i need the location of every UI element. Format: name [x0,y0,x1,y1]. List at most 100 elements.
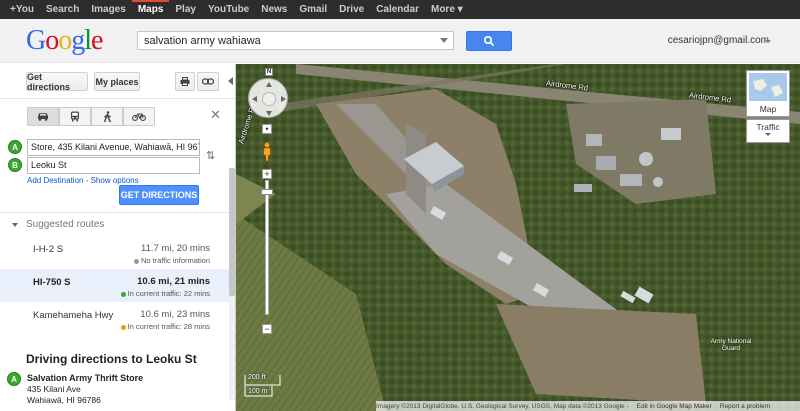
route-name: I-H-2 S [33,244,64,255]
google-logo[interactable]: Google [26,25,103,56]
pan-left-icon[interactable] [252,96,257,102]
walk-icon [103,110,111,122]
origin-field[interactable]: Store, 435 Kilani Avenue, Wahiawā, HI 96… [27,139,200,156]
my-places-tab[interactable]: My places [94,72,140,91]
account-dropdown-icon[interactable] [765,40,771,43]
edit-map-maker-link[interactable]: Edit in Google Map Maker [629,403,712,410]
traffic-label: Traffic [756,122,780,132]
pan-control[interactable] [248,78,288,118]
add-destination-link[interactable]: Add Destination [27,176,83,185]
mode-bicycling[interactable] [123,107,155,126]
get-directions-tab[interactable]: Get directions [26,72,88,92]
zoom-in-button[interactable]: + [262,169,272,179]
topnav-item[interactable]: Play [169,0,202,19]
route-name: Kamehameha Hwy [33,310,114,321]
directions-panel: ✕ A Store, 435 Kilani Avenue, Wahiawā, H… [0,99,235,212]
suggested-routes-header[interactable]: Suggested routes [0,212,235,236]
mode-driving[interactable] [27,107,59,126]
car-icon [38,113,48,121]
topnav-item[interactable]: More ▾ [425,0,469,19]
route-distance: 10.6 mi, 23 mins [140,309,210,320]
sidebar-toolbar: Get directions My places [0,64,235,99]
map-footer: Imagery ©2013 DigitalGlobe, U.S. Geologi… [376,401,800,411]
zoom-out-button[interactable]: − [262,324,272,334]
route-traffic: No traffic information [133,256,210,265]
route-option[interactable]: Kamehameha Hwy 10.6 mi, 23 mins In current… [0,302,235,335]
account-email[interactable]: cesariojpn@gmail.com [668,35,769,46]
start-line-1: 435 Kilani Ave [27,384,81,394]
compass-ring-icon[interactable]: • [262,124,272,134]
route-distance: 10.6 mi, 21 mins [137,276,210,287]
topnav-item[interactable]: Gmail [293,0,333,19]
search-dropdown-icon[interactable] [440,38,448,43]
start-address: Salvation Army Thrift Store 435 Kilani A… [27,373,143,406]
pan-up-icon[interactable] [266,82,272,87]
links-separator: - [83,176,91,185]
route-option[interactable]: I-H-2 S 11.7 mi, 20 mins No traffic inform… [0,236,235,269]
logo-letter: e [91,25,103,56]
map-type-toggle[interactable]: Map [746,70,790,117]
topnav-item[interactable]: Drive [333,0,370,19]
expand-triangle-icon [12,223,18,227]
search-input[interactable]: salvation army wahiawa [137,31,454,50]
route-option[interactable]: HI-750 S 10.6 mi, 21 mins In current traff… [0,269,235,302]
route-traffic-text: No traffic information [140,256,210,265]
scale-ft: 200 ft [248,374,266,381]
pan-down-icon[interactable] [266,111,272,116]
topnav-item[interactable]: YouTube [202,0,255,19]
topnav-item[interactable]: +You [4,0,40,19]
search-icon [483,35,495,47]
mode-transit[interactable] [59,107,91,126]
destination-marker-icon: B [8,158,22,172]
pan-right-icon[interactable] [281,96,286,102]
traffic-dot-icon [133,258,139,264]
start-line-2: Wahiawā, HI 96786 [27,395,101,405]
destination-field[interactable]: Leoku St [27,157,200,174]
traffic-dot-icon [120,324,126,330]
collapse-panel-icon[interactable] [228,77,233,85]
sidebar-scrollbar[interactable] [229,168,235,400]
route-traffic-text: In current traffic: 22 mins [127,289,210,298]
search-button[interactable] [466,31,512,51]
topnav-item[interactable]: Calendar [370,0,425,19]
show-options-link[interactable]: Show options [91,176,139,185]
get-directions-button[interactable]: GET DIRECTIONS [119,185,199,205]
map-type-label: Map [759,104,777,114]
print-icon [180,77,190,86]
topnav-item[interactable]: Maps [131,0,170,19]
start-name[interactable]: Salvation Army Thrift Store [27,373,143,384]
attribution: Imagery ©2013 DigitalGlobe, U.S. Geologi… [376,402,629,410]
traffic-dropdown-icon[interactable] [765,133,771,136]
bike-icon [132,113,146,121]
swap-endpoints-icon[interactable]: ⇅ [206,149,215,162]
route-traffic: In current traffic: 28 mins [120,322,210,331]
topnav-item[interactable]: News [255,0,293,19]
driving-directions-title: Driving directions to Leoku St [26,352,197,366]
logo-letter: o [58,25,72,56]
mode-walking[interactable] [91,107,123,126]
close-directions-icon[interactable]: ✕ [210,107,221,123]
zoom-slider-handle[interactable] [261,189,273,195]
logo-letter: g [71,25,85,56]
search-input-value: salvation army wahiawa [144,34,261,47]
scrollbar-thumb[interactable] [229,168,235,296]
zoom-control: • + − [261,124,273,334]
pan-center[interactable] [262,92,276,106]
route-list: I-H-2 S 11.7 mi, 20 mins No traffic inform… [0,236,235,335]
place-label-army-guard[interactable]: Army National Guard [706,338,756,352]
link-button[interactable] [197,72,219,91]
map-canvas[interactable]: Airdrome Rd Airdrome Rd Airdrome Rd Army… [236,64,800,411]
map-thumbnail [749,73,787,101]
link-icon [202,78,214,85]
route-traffic: In current traffic: 22 mins [120,289,210,298]
zoom-slider-track[interactable] [265,180,269,315]
header: Google salvation army wahiawa cesariojpn… [0,19,800,63]
topnav-item[interactable]: Search [40,0,85,19]
traffic-layer-button[interactable]: Traffic [746,119,790,143]
print-button[interactable] [175,72,195,91]
topnav-item[interactable]: Images [85,0,131,19]
logo-letter: G [26,25,46,56]
street-view-pegman-icon[interactable] [261,142,273,162]
report-problem-link[interactable]: Report a problem [712,403,770,410]
map-scale: 200 ft 100 m [244,374,304,400]
